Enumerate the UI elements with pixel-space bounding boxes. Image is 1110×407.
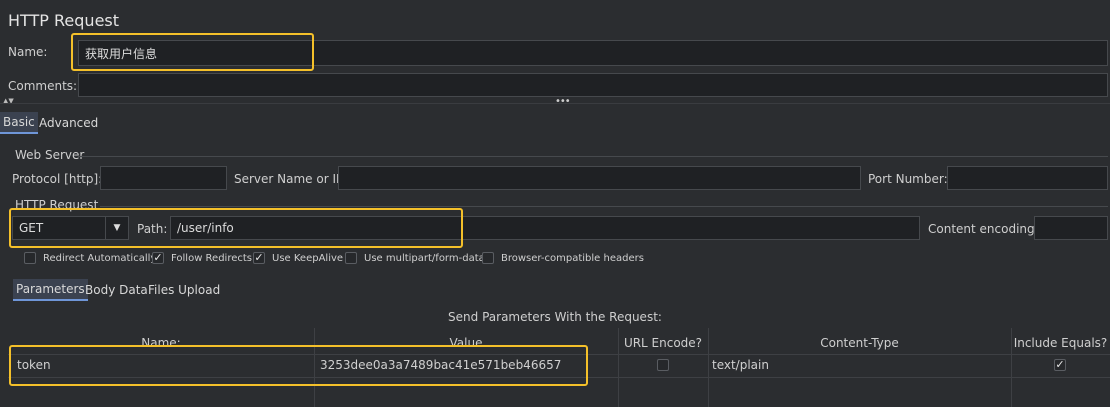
browser-compatible-headers-label: Browser-compatible headers bbox=[501, 253, 644, 264]
tab-parameters[interactable]: Parameters bbox=[13, 279, 88, 301]
page-title: HTTP Request bbox=[8, 11, 120, 30]
tab-files-upload[interactable]: Files Upload bbox=[145, 279, 223, 301]
column-header-content-type[interactable]: Content-Type bbox=[708, 336, 1011, 350]
table-row[interactable]: token 3253dee0a3a7489bac41e571beb46657 t… bbox=[8, 355, 1110, 377]
column-header-include-equals[interactable]: Include Equals? bbox=[1011, 336, 1110, 350]
server-label: Server Name or IP: bbox=[234, 172, 348, 186]
column-header-value[interactable]: Value bbox=[314, 336, 618, 350]
use-keepalive-checkbox[interactable]: ✓ bbox=[253, 252, 265, 264]
follow-redirects-label: Follow Redirects bbox=[171, 253, 252, 264]
server-field[interactable] bbox=[338, 166, 861, 190]
column-header-url-encode[interactable]: URL Encode? bbox=[618, 336, 708, 350]
url-encode-checkbox[interactable] bbox=[657, 359, 669, 371]
column-header-name[interactable]: Name: bbox=[8, 336, 314, 350]
path-label: Path: bbox=[137, 222, 168, 236]
redirect-automatically-checkbox[interactable] bbox=[24, 252, 36, 264]
drag-handle-icon[interactable]: ••• bbox=[555, 96, 571, 107]
port-field[interactable] bbox=[947, 166, 1108, 190]
chevron-down-icon[interactable]: ▼ bbox=[105, 217, 128, 239]
web-server-section-title: Web Server bbox=[15, 148, 85, 162]
param-value-cell[interactable]: 3253dee0a3a7489bac41e571beb46657 bbox=[320, 358, 561, 372]
tab-body-data[interactable]: Body Data bbox=[82, 279, 151, 301]
follow-redirects-checkbox[interactable]: ✓ bbox=[152, 252, 164, 264]
comments-label: Comments: bbox=[8, 79, 78, 93]
redirect-automatically-label: Redirect Automatically bbox=[43, 253, 157, 264]
http-request-section-title: HTTP Request bbox=[15, 198, 99, 212]
browser-compatible-headers-checkbox[interactable] bbox=[482, 252, 494, 264]
comments-field[interactable] bbox=[78, 73, 1108, 97]
param-name-cell[interactable]: token bbox=[17, 358, 51, 372]
row-divider bbox=[8, 377, 1110, 378]
multipart-form-data-label: Use multipart/form-data bbox=[364, 253, 485, 264]
protocol-label: Protocol [http]: bbox=[12, 172, 103, 186]
http-request-divider bbox=[100, 206, 1108, 207]
name-field[interactable]: 获取用户信息 bbox=[78, 40, 1108, 66]
encoding-field[interactable] bbox=[1034, 216, 1108, 240]
protocol-field[interactable] bbox=[100, 166, 227, 190]
multipart-form-data-checkbox[interactable] bbox=[345, 252, 357, 264]
path-field[interactable]: /user/info bbox=[170, 216, 920, 240]
web-server-divider bbox=[78, 156, 1108, 157]
tab-advanced[interactable]: Advanced bbox=[36, 112, 101, 134]
method-select[interactable]: GET ▼ bbox=[12, 216, 129, 240]
method-value: GET bbox=[19, 221, 44, 235]
port-label: Port Number: bbox=[868, 172, 948, 186]
params-caption: Send Parameters With the Request: bbox=[448, 310, 662, 324]
tab-basic[interactable]: Basic bbox=[0, 112, 38, 134]
content-type-cell[interactable]: text/plain bbox=[712, 358, 769, 372]
name-label: Name: bbox=[8, 45, 48, 59]
use-keepalive-label: Use KeepAlive bbox=[272, 253, 344, 264]
include-equals-checkbox[interactable]: ✓ bbox=[1054, 359, 1066, 371]
encoding-label: Content encoding: bbox=[928, 222, 1039, 236]
params-table: Name: Value URL Encode? Content-Type Inc… bbox=[8, 328, 1110, 407]
